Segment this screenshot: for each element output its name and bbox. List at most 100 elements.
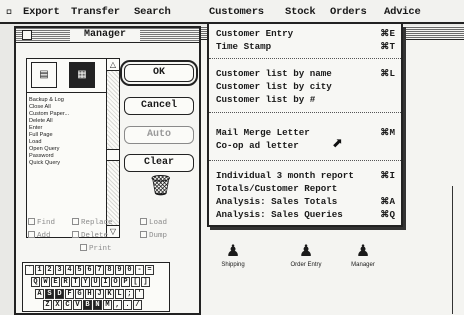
manager-desk[interactable]: ♟ Manager [339,244,387,269]
load-checkbox[interactable]: Load [140,218,167,227]
list-scrollbar[interactable]: △ ▽ [106,59,119,237]
key[interactable]: K [105,289,114,299]
menu-item-analysis-sales-totals[interactable]: Analysis: Sales Totals ⌘A [216,196,395,208]
list-item[interactable]: Delete All [29,118,105,125]
selected-app-icon[interactable]: ▦ [69,62,95,88]
scroll-up-arrow-icon[interactable]: △ [107,59,119,71]
dialog-title-bar[interactable]: Manager [16,28,199,43]
key[interactable]: H [85,289,94,299]
key[interactable]: L [115,289,124,299]
key[interactable]: , [113,300,122,310]
scroll-thumb[interactable] [107,149,119,161]
key[interactable]: P [121,277,130,287]
key[interactable]: [ [131,277,140,287]
key[interactable]: E [51,277,60,287]
cancel-button[interactable]: Cancel [124,97,194,115]
menu-stock[interactable]: Stock [285,6,316,18]
key[interactable]: ' [135,289,144,299]
menu-item-time-stamp[interactable]: Time Stamp ⌘T [216,41,395,53]
checkbox-label: Find [37,219,56,227]
menu-customers[interactable]: Customers [209,6,264,18]
menu-item-customer-list-by-city[interactable]: Customer list by city [216,81,395,93]
key[interactable]: W [41,277,50,287]
menu-item-customer-list-by-number[interactable]: Customer list by # [216,94,395,106]
key[interactable]: 6 [85,265,94,275]
key[interactable]: Q [31,277,40,287]
key[interactable]: A [35,289,44,299]
key[interactable]: I [101,277,110,287]
close-box-icon[interactable] [22,30,32,40]
menu-advice[interactable]: Advice [384,6,421,18]
apple-icon[interactable]:  [6,4,13,18]
list-item[interactable]: Close All [29,104,105,111]
key[interactable]: J [95,289,104,299]
key[interactable]: C [63,300,72,310]
key[interactable]: 1 [35,265,44,275]
keyboard-row-top: Q W E R T Y U I O P[] [31,277,151,288]
dump-checkbox[interactable]: Dump [140,231,167,240]
key[interactable]: D [55,289,64,299]
key[interactable]: ; [125,289,134,299]
menu-search[interactable]: Search [134,6,171,18]
key[interactable]: N [93,300,102,310]
key[interactable]: / [133,300,142,310]
list-item[interactable]: Load [29,139,105,146]
key[interactable]: 5 [75,265,84,275]
auto-button[interactable]: Auto [124,126,194,144]
list-item[interactable]: Backup & Log [29,97,105,104]
menu-item-customer-entry[interactable]: Customer Entry ⌘E [216,28,395,40]
command-list[interactable]: ▤ ▦ Backup & Log Close All Custom Paper.… [26,58,120,238]
menu-item-mail-merge-letter[interactable]: Mail Merge Letter ⌘M [216,127,395,139]
menu-item-individual-report[interactable]: Individual 3 month report ⌘I [216,170,395,182]
list-item[interactable]: Custom Paper... [29,111,105,118]
key[interactable]: - [135,265,144,275]
key[interactable]: ` [25,265,34,275]
key[interactable]: 7 [95,265,104,275]
ok-button[interactable]: OK [120,60,198,86]
list-item[interactable]: Password [29,153,105,160]
order-entry-desk[interactable]: ♟ Order Entry [282,244,330,269]
key[interactable]: Y [81,277,90,287]
key[interactable]: 3 [55,265,64,275]
key[interactable]: 2 [45,265,54,275]
clear-button[interactable]: Clear [124,154,194,172]
menu-item-analysis-sales-queries[interactable]: Analysis: Sales Queries ⌘Q [216,209,395,221]
delete-checkbox[interactable]: Delete [72,231,108,240]
key[interactable]: ] [141,277,150,287]
trash-can-icon[interactable]: 🗑 [148,176,173,196]
menu-transfer[interactable]: Transfer [71,6,120,18]
key[interactable]: S [45,289,54,299]
menu-item-customer-list-by-name[interactable]: Customer list by name ⌘L [216,68,395,80]
key[interactable]: X [53,300,62,310]
key[interactable]: F [65,289,74,299]
key[interactable]: . [123,300,132,310]
key[interactable]: R [61,277,70,287]
find-checkbox[interactable]: Find [28,218,55,227]
menu-item-co-op-ad-letter[interactable]: Co-op ad letter [216,140,395,152]
key[interactable]: U [91,277,100,287]
replace-checkbox[interactable]: Replace [72,218,113,227]
list-item[interactable]: Open Query [29,146,105,153]
menu-item-totals-customer-report[interactable]: Totals/Customer Report [216,183,395,195]
key[interactable]: M [103,300,112,310]
key[interactable]: B [83,300,92,310]
key[interactable]: 4 [65,265,74,275]
key[interactable]: T [71,277,80,287]
key[interactable]: 0 [125,265,134,275]
menu-export[interactable]: Export [23,6,60,18]
document-icon[interactable]: ▤ [31,62,57,88]
key[interactable]: O [111,277,120,287]
print-checkbox[interactable]: Print [80,244,112,253]
key[interactable]: V [73,300,82,310]
shipping-desk[interactable]: ♟ Shipping [209,244,257,269]
menu-orders[interactable]: Orders [330,6,367,18]
list-item[interactable]: Full Page [29,132,105,139]
key[interactable]: Z [43,300,52,310]
key[interactable]: G [75,289,84,299]
key[interactable]: 8 [105,265,114,275]
key[interactable]: 9 [115,265,124,275]
list-item[interactable]: Quick Query [29,160,105,167]
list-item[interactable]: Enter [29,125,105,132]
key[interactable]: = [145,265,154,275]
add-checkbox[interactable]: Add [28,231,51,240]
